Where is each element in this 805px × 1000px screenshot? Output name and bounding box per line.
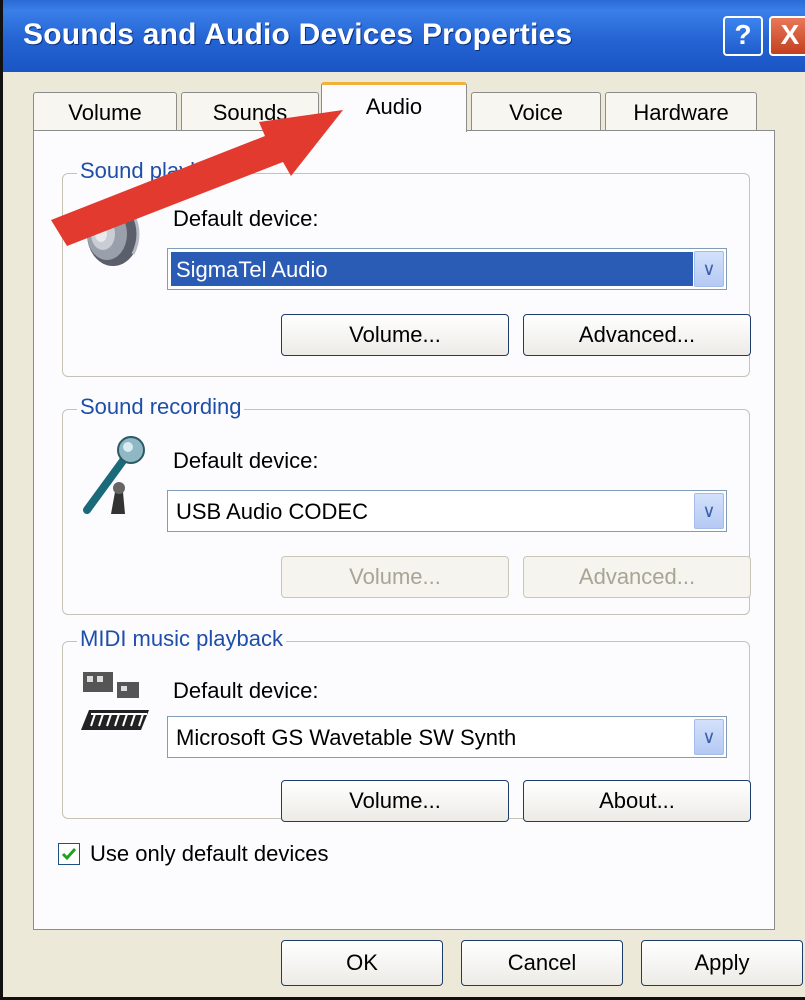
recording-volume-button: Volume... [281, 556, 509, 598]
cancel-button[interactable]: Cancel [461, 940, 623, 986]
tab-hardware[interactable]: Hardware [605, 92, 757, 130]
apply-button[interactable]: Apply [641, 940, 803, 986]
chevron-down-icon[interactable]: ∨ [694, 251, 724, 287]
midi-device-select[interactable]: Microsoft GS Wavetable SW Synth ∨ [167, 716, 727, 758]
chevron-down-icon[interactable]: ∨ [694, 719, 724, 755]
midi-device-label: Default device: [173, 678, 319, 703]
window-title: Sounds and Audio Devices Properties [23, 18, 573, 51]
midi-volume-button[interactable]: Volume... [281, 780, 509, 822]
midi-device-value: Microsoft GS Wavetable SW Synth [176, 725, 517, 750]
playback-volume-button[interactable]: Volume... [281, 314, 509, 356]
midi-about-button[interactable]: About... [523, 780, 751, 822]
recording-device-value: USB Audio CODEC [176, 499, 368, 524]
microphone-icon [83, 436, 145, 514]
tab-voice[interactable]: Voice [471, 92, 601, 130]
title-bar[interactable]: Sounds and Audio Devices Properties ? X [3, 0, 805, 72]
midi-keyboard-icon [81, 672, 149, 730]
recording-device-label: Default device: [173, 448, 319, 473]
properties-window: Sounds and Audio Devices Properties ? X … [0, 0, 805, 1000]
sound-recording-label: Sound recording [77, 394, 245, 420]
midi-playback-group: MIDI music playback Default device: Micr… [62, 626, 751, 822]
midi-playback-label: MIDI music playback [77, 626, 286, 652]
playback-advanced-button[interactable]: Advanced... [523, 314, 751, 356]
ok-button[interactable]: OK [281, 940, 443, 986]
recording-advanced-button: Advanced... [523, 556, 751, 598]
help-button[interactable]: ? [723, 16, 763, 56]
sound-recording-group: Sound recording Default device: USB Audi… [62, 394, 751, 615]
recording-device-select[interactable]: USB Audio CODEC ∨ [167, 490, 727, 532]
checkmark-icon [61, 848, 77, 861]
playback-device-value: SigmaTel Audio [176, 257, 328, 282]
use-default-devices-label: Use only default devices [90, 841, 329, 866]
red-pointer-arrow-icon [51, 110, 343, 246]
close-button[interactable]: X [769, 16, 805, 56]
chevron-down-icon[interactable]: ∨ [694, 493, 724, 529]
use-default-devices-checkbox[interactable] [58, 843, 80, 865]
